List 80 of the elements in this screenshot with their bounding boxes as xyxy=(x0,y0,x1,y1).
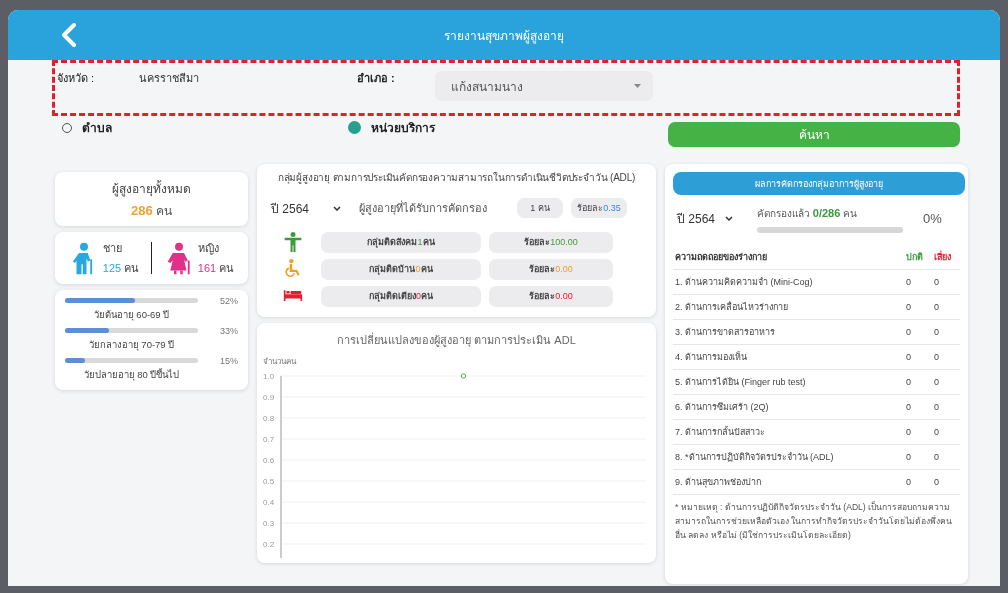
y-axis-label: จำนวนคน xyxy=(263,356,298,368)
province-label: จังหวัด : xyxy=(57,71,96,86)
adl-title: กลุ่มผู้สูงอายุ ตามการประเมินคัดกรองความสามารถในการดำเนินชีวิตประจำวัน (ADL) xyxy=(276,171,637,185)
table-cell: 0 xyxy=(904,294,932,320)
total-title: ผู้สูงอายุทั้งหมด xyxy=(112,179,191,198)
table-cell: 0 xyxy=(932,294,960,320)
gender-count: 161 คน xyxy=(197,261,235,276)
table-cell: 0 xyxy=(932,419,960,445)
y-tick-label: 0.8 xyxy=(263,414,275,423)
column-header: ปกติ xyxy=(904,245,932,270)
table-cell: 0 xyxy=(932,369,960,395)
y-tick-label: 1.0 xyxy=(263,372,275,381)
gender-label: หญิง xyxy=(197,241,220,257)
table-cell: 8. *ด้านการปฏิบัติกิจวัตรประจำวัน (ADL) xyxy=(673,444,904,470)
caret-icon xyxy=(634,84,641,88)
chevron-down-icon xyxy=(725,215,734,221)
table-cell: 0 xyxy=(904,444,932,470)
y-tick-label: 0.3 xyxy=(263,519,275,528)
total-count: 286 คน xyxy=(130,202,172,220)
chart-title: การเปลี่ยนแปลงของผู้สูงอายุ ตามการประเมิน ADL xyxy=(336,331,577,349)
y-tick-label: 0.7 xyxy=(263,435,275,444)
group-percent: ร้อยละ0.00 xyxy=(489,258,613,280)
group-count: กลุ่มติดเตียง0คน xyxy=(321,285,481,307)
note-text: * หมายเหตุ : ด้านการปฏิบัติกิจวัตรประจำวัน (ADL) เป็นการสอบถามความสามารถในการช่วยเหลือตัวเอง ในการทำกิจวัตรประจำวันโดยไม่ต้องพึ่งคนอื่น ลดลง หรือไม่ (มิใช่การประเมินโดยละเอียด) xyxy=(674,500,954,542)
group-percent: ร้อยละ 100.00 xyxy=(489,231,613,253)
table-cell: 0 xyxy=(932,319,960,345)
table-cell: 0 xyxy=(904,269,932,295)
table-cell: 0 xyxy=(932,394,960,420)
y-tick-label: 0.2 xyxy=(263,540,275,549)
table-cell: 3. ด้านการขาดสารอาหาร xyxy=(673,319,904,345)
table-cell: 4. ด้านการมองเห็น xyxy=(673,344,904,370)
table-cell: 6. ด้านการซึมเศร้า (2Q) xyxy=(673,394,904,420)
screened-percent: ร้อยละ0.35 xyxy=(571,198,627,218)
age-group-label: วัยต้นอายุ 60-69 ปี xyxy=(92,308,171,322)
age-percent: 15% xyxy=(219,356,238,366)
table-cell: 0 xyxy=(904,344,932,370)
table-cell: 0 xyxy=(904,369,932,395)
table-cell: 2. ด้านการเคลื่อนไหวร่างกาย xyxy=(673,294,904,320)
chevron-down-icon xyxy=(333,205,341,211)
radio-option[interactable]: หน่วยบริการ xyxy=(348,118,435,137)
age-percent: 33% xyxy=(219,326,238,336)
column-header: ความถดถอยของร่างกาย xyxy=(673,245,904,270)
radio-option[interactable]: ตำบล xyxy=(62,118,348,137)
table-cell: 9. ด้านสุขภาพช่องปาก xyxy=(673,469,904,495)
screened-label: ผู้สูงอายุที่ได้รับการคัดกรอง xyxy=(359,199,488,217)
age-group-label: วัยปลายอายุ 80 ปีขึ้นไป xyxy=(82,367,181,382)
gender-label: ชาย xyxy=(102,241,123,256)
table-cell: 0 xyxy=(904,394,932,420)
column-header: เสี่ยง xyxy=(932,245,960,270)
district-dropdown[interactable]: แก้งสนามนาง xyxy=(435,71,653,101)
group-count: กลุ่มติดสังคม1คน xyxy=(321,231,481,253)
screened-count: 1 คน xyxy=(517,198,563,218)
table-cell: 7. ด้านการกลั้นปัสสาวะ xyxy=(673,419,904,445)
table-cell: 0 xyxy=(904,319,932,345)
page-title: รายงานสุขภาพผู้สูงอายุ xyxy=(444,28,564,43)
province-value: นครราชสีมา xyxy=(139,71,200,86)
table-cell: 0 xyxy=(932,344,960,370)
age-group-label: วัยกลางอายุ 70-79 ปี xyxy=(87,338,176,352)
data-point xyxy=(460,373,467,379)
table-cell: 0 xyxy=(932,269,960,295)
back-icon[interactable] xyxy=(60,22,78,48)
table-cell: 0 xyxy=(904,419,932,445)
radio-button[interactable] xyxy=(348,121,361,134)
gender-count: 125 คน xyxy=(102,261,140,276)
age-percent: 52% xyxy=(219,296,238,306)
table-cell: 0 xyxy=(904,469,932,495)
table-cell: 1. ด้านความคิดความจำ (Mini-Cog) xyxy=(673,269,904,295)
table-cell: 0 xyxy=(932,469,960,495)
table-cell: 5. ด้านการได้ยิน (Finger rub test) xyxy=(673,369,904,395)
progress-percent: 0% xyxy=(922,210,943,226)
y-tick-label: 0.9 xyxy=(263,393,275,402)
progress-label: คัดกรองแล้ว 0/286 คน xyxy=(757,208,858,219)
table-cell: 0 xyxy=(932,444,960,470)
year-select[interactable]: ปี 2564 xyxy=(677,208,757,228)
district-label: อำเภอ : xyxy=(357,71,396,86)
y-tick-label: 0.5 xyxy=(263,477,275,486)
y-tick-label: 0.4 xyxy=(263,498,275,507)
group-percent: ร้อยละ0.00 xyxy=(489,285,613,307)
y-tick-label: 0.6 xyxy=(263,456,275,465)
group-count: กลุ่มติดบ้าน0คน xyxy=(321,258,481,280)
